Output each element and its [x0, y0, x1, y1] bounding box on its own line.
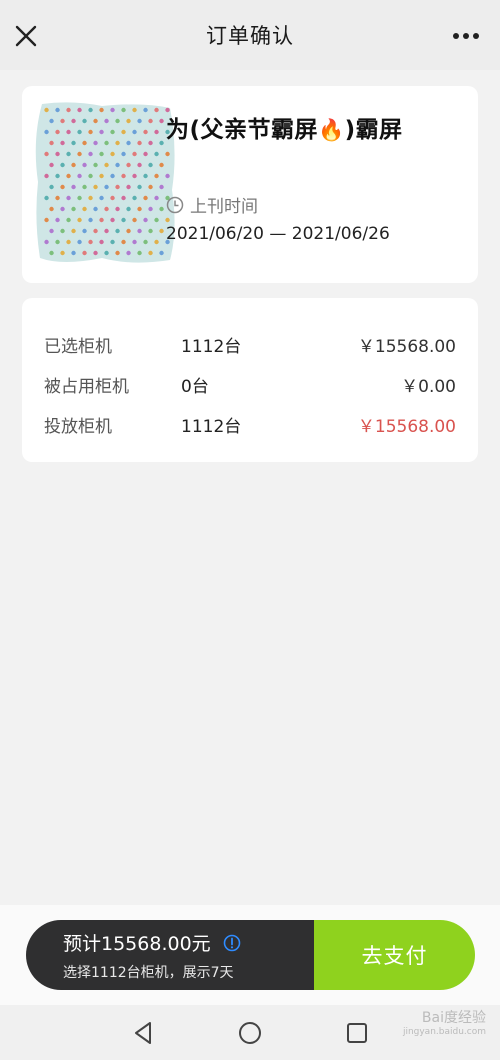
row-quantity: 0台 [181, 376, 209, 397]
close-icon[interactable] [12, 22, 40, 50]
baidu-watermark: Bai度经验 jingyan.baidu.com [403, 1010, 486, 1038]
checkout-bar: 预计15568.00元 选择1112台柜机，展示7天 去支付 [26, 920, 475, 990]
row-price-total: ￥15568.00 [357, 416, 456, 437]
summary-row: 被占用柜机 0台 ￥0.00 [44, 370, 456, 398]
product-title-suffix: )霸屏 [344, 117, 403, 143]
row-label: 投放柜机 [44, 416, 112, 437]
clock-icon [166, 196, 184, 213]
summary-card: 已选柜机 1112台 ￥15568.00 被占用柜机 0台 ￥0.00 投放柜机… [22, 298, 478, 462]
estimate-row: 预计15568.00元 [63, 929, 314, 956]
info-icon[interactable] [223, 934, 241, 952]
product-title-prefix: 为(父亲节霸屏 [166, 117, 319, 143]
publish-time-label: 上刊时间 [190, 197, 258, 217]
publish-date-range: 2021/06/20 — 2021/06/26 [166, 224, 390, 244]
estimate-subtitle: 选择1112台柜机，展示7天 [63, 965, 234, 981]
row-price: ￥0.00 [401, 376, 456, 397]
publish-time-label-row: 上刊时间 [166, 192, 258, 217]
summary-row: 已选柜机 1112台 ￥15568.00 [44, 330, 456, 358]
more-icon[interactable] [452, 26, 480, 46]
product-thumbnail [32, 100, 178, 265]
recents-icon[interactable] [344, 1020, 370, 1046]
row-price: ￥15568.00 [357, 336, 456, 357]
row-label: 被占用柜机 [44, 376, 129, 397]
estimate-panel: 预计15568.00元 选择1112台柜机，展示7天 [26, 920, 314, 990]
back-icon[interactable] [130, 1020, 156, 1046]
row-quantity: 1112台 [181, 416, 242, 437]
product-title: 为(父亲节霸屏🔥)霸屏 [166, 110, 403, 144]
fire-emoji: 🔥 [318, 118, 345, 142]
row-label: 已选柜机 [44, 336, 112, 357]
watermark-text: Bai度经验 [421, 1010, 486, 1026]
page-title: 订单确认 [206, 24, 294, 48]
estimate-amount: 预计15568.00元 [63, 933, 211, 955]
row-quantity: 1112台 [181, 336, 242, 357]
watermark-url: jingyan.baidu.com [402, 1026, 486, 1037]
summary-row: 投放柜机 1112台 ￥15568.00 [44, 410, 456, 438]
pay-button[interactable]: 去支付 [314, 920, 475, 990]
product-card[interactable]: 为(父亲节霸屏🔥)霸屏 上刊时间 2021/06/20 — 2021/06/26 [22, 86, 478, 283]
nav-bar: 订单确认 [0, 0, 500, 70]
home-icon[interactable] [237, 1020, 263, 1046]
